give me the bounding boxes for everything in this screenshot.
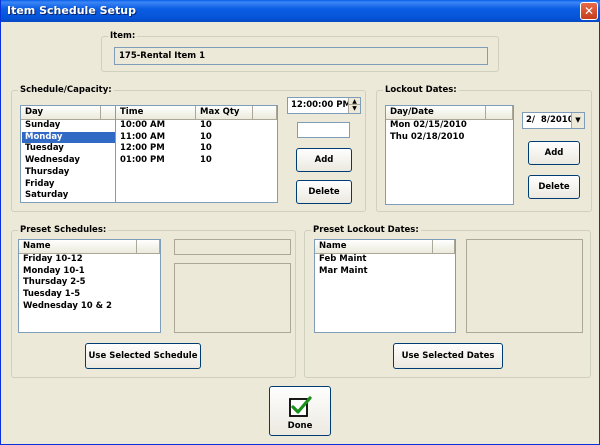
time-spinner-value: 12:00:00 PM <box>291 100 351 110</box>
day-column-header[interactable]: Day <box>21 106 101 119</box>
schedule-capacity-label: Schedule/Capacity: <box>18 85 114 95</box>
lockout-rows: Mon 02/15/2010 Thu 02/18/2010 <box>386 120 513 143</box>
day-list-header: Day <box>21 106 117 120</box>
item-group-label: Item: <box>108 31 138 41</box>
lockout-date-picker[interactable]: 2/ 8/2010 ▼ <box>522 112 585 129</box>
preset-lockout-item[interactable]: Mar Maint <box>315 266 455 278</box>
time-cell: 11:00 AM <box>120 131 166 142</box>
time-capacity-row[interactable]: 10:00 AM 10 <box>116 120 277 132</box>
schedule-add-button[interactable]: Add <box>296 148 352 172</box>
preset-schedules-label: Preset Schedules: <box>18 225 109 235</box>
preset-schedule-name-box <box>174 239 291 255</box>
max-qty-cell: 10 <box>200 120 212 130</box>
time-cell: 01:00 PM <box>120 155 165 166</box>
preset-schedule-item[interactable]: Tuesday 1-5 <box>19 289 160 301</box>
lockout-dates-list[interactable]: Day/Date Mon 02/15/2010 Thu 02/18/2010 <box>385 105 514 205</box>
lockout-date-item[interactable]: Mon 02/15/2010 <box>386 120 513 132</box>
time-spinner[interactable]: 12:00:00 PM ▲ ▼ <box>287 97 361 114</box>
preset-schedule-item[interactable]: Wednesday 10 & 2 <box>19 301 160 313</box>
preset-lockout-header-spacer <box>433 240 455 253</box>
spin-down-icon[interactable]: ▼ <box>348 105 360 113</box>
time-capacity-list[interactable]: Time Max Qty 10:00 AM 10 11:00 AM 10 12:00 P… <box>115 105 278 203</box>
day-list-item[interactable]: Sunday <box>21 120 117 132</box>
day-list-item[interactable]: Monday <box>22 131 116 144</box>
window-title: Item Schedule Setup <box>7 4 136 17</box>
preset-schedule-detail-box <box>174 263 291 333</box>
day-list-item[interactable]: Friday <box>21 179 117 191</box>
day-list-item[interactable]: Saturday <box>21 190 117 202</box>
lockout-delete-button[interactable]: Delete <box>528 175 580 199</box>
preset-lockout-name-header[interactable]: Name <box>315 240 433 253</box>
preset-lockout-label: Preset Lockout Dates: <box>311 225 421 235</box>
done-button[interactable]: Done <box>269 386 331 436</box>
day-list-item[interactable]: Tuesday <box>21 143 117 155</box>
close-icon: ✕ <box>583 4 595 18</box>
lockout-list-header: Day/Date <box>386 106 513 120</box>
close-button[interactable]: ✕ <box>580 2 598 20</box>
time-capacity-row[interactable]: 12:00 PM 10 <box>116 143 277 155</box>
preset-schedule-header-spacer <box>137 240 160 253</box>
max-qty-input[interactable] <box>297 122 350 138</box>
use-selected-schedule-button[interactable]: Use Selected Schedule <box>85 343 201 369</box>
time-cell: 12:00 PM <box>120 143 165 154</box>
preset-schedules-group: Preset Schedules: Name Friday 10-12 Monda… <box>11 225 296 378</box>
preset-schedule-item[interactable]: Thursday 2-5 <box>19 277 160 289</box>
preset-lockout-detail-box <box>466 239 583 333</box>
preset-lockout-list[interactable]: Name Feb Maint Mar Maint <box>314 239 456 333</box>
done-label: Done <box>287 420 313 431</box>
lockout-dates-label: Lockout Dates: <box>383 85 459 95</box>
title-bar: Item Schedule Setup ✕ <box>1 0 600 22</box>
preset-schedules-header: Name <box>19 240 160 254</box>
preset-lockout-group: Preset Lockout Dates: Name Feb Maint Mar … <box>304 225 591 378</box>
preset-lockout-rows: Feb Maint Mar Maint <box>315 254 455 277</box>
lockout-add-button[interactable]: Add <box>528 141 580 165</box>
schedule-capacity-group: Schedule/Capacity: Day Sunday Monday Tuesd… <box>11 85 366 212</box>
date-picker-value: 2/ 8/2010 <box>526 115 574 125</box>
time-capacity-row[interactable]: 01:00 PM 10 <box>116 155 277 167</box>
day-date-column-header[interactable]: Day/Date <box>386 106 486 119</box>
preset-schedule-rows: Friday 10-12 Monday 10-1 Thursday 2-5 Tuesd… <box>19 254 160 313</box>
day-list-item[interactable]: Wednesday <box>21 155 117 167</box>
chevron-down-icon[interactable]: ▼ <box>571 113 584 128</box>
max-qty-cell: 10 <box>200 155 212 166</box>
preset-lockout-header: Name <box>315 240 455 254</box>
spin-up-icon[interactable]: ▲ <box>348 98 360 105</box>
day-rows: Sunday Monday Tuesday Wednesday Thursday Frid… <box>21 120 117 202</box>
lockout-dates-group: Lockout Dates: Day/Date Mon 02/15/2010 Th… <box>376 85 592 212</box>
time-header-spacer <box>253 106 277 119</box>
time-cell: 10:00 AM <box>120 120 166 130</box>
time-list-header: Time Max Qty <box>116 106 277 120</box>
lockout-header-spacer <box>486 106 513 119</box>
preset-lockout-item[interactable]: Feb Maint <box>315 254 455 266</box>
max-qty-cell: 10 <box>200 131 212 142</box>
time-column-header[interactable]: Time <box>116 106 196 119</box>
preset-schedules-list[interactable]: Name Friday 10-12 Monday 10-1 Thursday 2-5… <box>18 239 161 333</box>
day-list-item[interactable]: Thursday <box>21 167 117 179</box>
use-selected-dates-button[interactable]: Use Selected Dates <box>393 343 503 369</box>
time-capacity-row[interactable]: 11:00 AM 10 <box>116 132 277 144</box>
preset-schedule-item[interactable]: Friday 10-12 <box>19 254 160 266</box>
preset-schedule-item[interactable]: Monday 10-1 <box>19 266 160 278</box>
max-qty-cell: 10 <box>200 143 212 154</box>
checkmark-icon <box>289 395 312 417</box>
max-qty-column-header[interactable]: Max Qty <box>196 106 253 119</box>
item-field: 175-Rental Item 1 <box>114 47 488 65</box>
item-schedule-setup-window: Item Schedule Setup ✕ Item: 175-Rental I… <box>0 0 600 445</box>
item-group: Item: 175-Rental Item 1 <box>101 31 499 72</box>
preset-schedule-name-header[interactable]: Name <box>19 240 137 253</box>
schedule-delete-button[interactable]: Delete <box>296 180 352 204</box>
lockout-date-item[interactable]: Thu 02/18/2010 <box>386 132 513 144</box>
day-list[interactable]: Day Sunday Monday Tuesday Wednesday Thursday… <box>20 105 118 203</box>
time-rows: 10:00 AM 10 11:00 AM 10 12:00 PM 10 01:00 PM 10 <box>116 120 277 167</box>
